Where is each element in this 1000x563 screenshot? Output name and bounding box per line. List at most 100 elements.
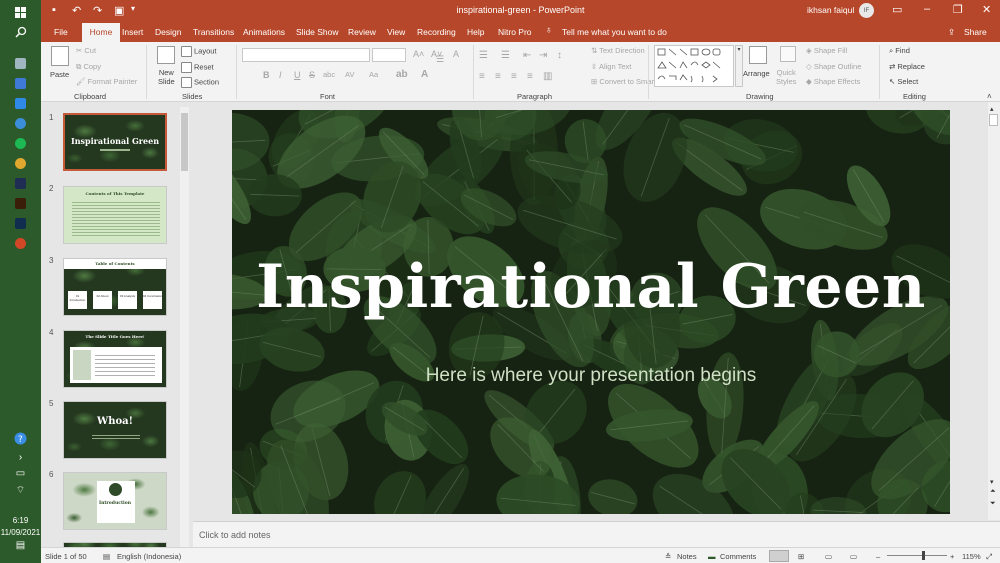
- quick-styles-icon[interactable]: [780, 46, 796, 62]
- align-right-icon[interactable]: ≡: [511, 71, 517, 82]
- user-name[interactable]: ikhsan faiqul: [807, 5, 854, 15]
- slide-title[interactable]: Inspirational Green: [232, 252, 950, 322]
- columns-icon[interactable]: ▥: [543, 71, 552, 82]
- premiere-icon[interactable]: [15, 178, 26, 189]
- shape-outline-button[interactable]: ◇ Shape Outline: [806, 62, 861, 71]
- notes-button[interactable]: Notes: [677, 552, 697, 561]
- network-icon[interactable]: ⌔: [12, 482, 29, 499]
- reset-button[interactable]: Reset: [181, 62, 214, 73]
- tab-review[interactable]: Review: [348, 27, 376, 37]
- slide-scrollbar-thumb[interactable]: [989, 114, 998, 126]
- tab-insert[interactable]: Insert: [122, 27, 143, 37]
- notes-pane[interactable]: Click to add notes: [193, 521, 1000, 547]
- collapse-ribbon-icon[interactable]: ˄: [987, 92, 992, 101]
- strikethrough-button[interactable]: S: [309, 70, 315, 80]
- align-text-button[interactable]: ⇳ Align Text: [591, 62, 631, 71]
- fit-slide-icon[interactable]: ⤢: [986, 552, 992, 562]
- tab-view[interactable]: View: [387, 27, 405, 37]
- help-icon[interactable]: ?: [12, 430, 29, 447]
- numbered-list-icon[interactable]: ☰: [501, 50, 510, 61]
- spell-check-icon[interactable]: ▤: [103, 552, 110, 561]
- notes-toggle-icon[interactable]: ≙: [665, 552, 671, 561]
- comments-icon[interactable]: ▬: [708, 552, 716, 561]
- zoom-slider-track[interactable]: [887, 555, 947, 556]
- slide-thumbnail-4[interactable]: The Slide Title Goes Here!: [63, 330, 167, 388]
- avatar[interactable]: IF: [859, 3, 874, 18]
- highlight-color-icon[interactable]: ab: [396, 69, 408, 80]
- arrange-button[interactable]: Arrange: [743, 69, 770, 78]
- shapes-gallery[interactable]: [654, 45, 734, 87]
- chrome-icon[interactable]: [15, 158, 26, 169]
- slide-thumbnail-3[interactable]: Table of Contents 01 Introduction 02 Abo…: [63, 258, 167, 316]
- close-icon[interactable]: ✕: [982, 3, 991, 16]
- tab-design[interactable]: Design: [155, 27, 181, 37]
- tab-recording[interactable]: Recording: [417, 27, 456, 37]
- main-slide[interactable]: Inspirational Green Here is where your p…: [232, 110, 950, 514]
- select-button[interactable]: ↖ Select: [889, 77, 918, 86]
- font-name-box[interactable]: [242, 48, 370, 62]
- windows-start-icon[interactable]: [12, 4, 29, 21]
- section-button[interactable]: Section: [181, 77, 219, 88]
- shape-fill-button[interactable]: ◈ Shape Fill: [806, 46, 847, 55]
- system-clock[interactable]: 6:19 11/09/2021: [0, 515, 41, 539]
- skype-icon[interactable]: [15, 118, 26, 129]
- chevron-up-icon[interactable]: ›: [12, 449, 29, 466]
- thumbnail-scrollbar-thumb[interactable]: [181, 113, 188, 171]
- slide-sorter-icon[interactable]: ⊞: [798, 552, 804, 561]
- slide-thumbnail-1[interactable]: Inspirational Green: [63, 113, 167, 171]
- new-slide-button[interactable]: New Slide: [158, 68, 175, 86]
- grow-font-icon[interactable]: A˄: [413, 49, 424, 59]
- slide-thumbnail-2[interactable]: Contents of This Template: [63, 186, 167, 244]
- decrease-indent-icon[interactable]: ⇤: [523, 50, 531, 61]
- font-color-icon[interactable]: A: [421, 69, 428, 80]
- tab-file[interactable]: File: [54, 27, 68, 37]
- paste-button[interactable]: Paste: [50, 70, 69, 79]
- dropbox-icon[interactable]: [15, 98, 26, 109]
- increase-indent-icon[interactable]: ⇥: [539, 50, 547, 61]
- zoom-in-icon[interactable]: +: [950, 552, 954, 561]
- arrange-icon[interactable]: [749, 46, 767, 64]
- italic-button[interactable]: I: [279, 70, 282, 80]
- slide-subtitle[interactable]: Here is where your presentation begins: [232, 365, 950, 387]
- tab-slide-show[interactable]: Slide Show: [296, 27, 339, 37]
- slide-thumbnail-5[interactable]: Whoa!: [63, 401, 167, 459]
- copy-button[interactable]: ⧉ Copy: [76, 62, 101, 72]
- text-direction-button[interactable]: ⇅ Text Direction: [591, 46, 645, 55]
- change-case-button[interactable]: Aa: [369, 70, 378, 79]
- tab-help[interactable]: Help: [467, 27, 484, 37]
- slideshow-view-icon[interactable]: ▭: [850, 552, 857, 561]
- bold-button[interactable]: B: [263, 70, 270, 80]
- align-center-icon[interactable]: ≡: [495, 71, 501, 82]
- zoom-slider-thumb[interactable]: [922, 551, 925, 560]
- slide-thumbnail-6[interactable]: Introduction: [63, 472, 167, 530]
- next-slide-icon[interactable]: ⏷: [990, 500, 996, 508]
- powerpoint-taskbar-icon[interactable]: [15, 238, 26, 249]
- thumbnail-scrollbar[interactable]: [180, 107, 189, 547]
- battery-icon[interactable]: ▭: [12, 465, 29, 482]
- layout-button[interactable]: Layout: [181, 46, 217, 57]
- paste-icon[interactable]: [51, 46, 69, 66]
- char-spacing-button[interactable]: AV: [345, 70, 354, 79]
- normal-view-icon[interactable]: [769, 550, 789, 562]
- minimize-icon[interactable]: –: [924, 3, 930, 15]
- find-button[interactable]: ⌕ Find: [889, 46, 910, 56]
- illustrator-icon[interactable]: [15, 198, 26, 209]
- slide-scrollbar[interactable]: ▴ ▾ ⏶ ⏷: [988, 102, 1000, 520]
- quick-styles-button[interactable]: Quick Styles: [776, 68, 796, 86]
- bullets-icon[interactable]: ☰: [436, 54, 444, 65]
- bullets-list-icon[interactable]: ☰: [479, 50, 488, 61]
- tab-transitions[interactable]: Transitions: [193, 27, 234, 37]
- tab-home[interactable]: Home: [82, 23, 120, 42]
- language-status[interactable]: English (Indonesia): [117, 552, 181, 561]
- search-icon[interactable]: [12, 23, 29, 40]
- restore-icon[interactable]: ❐: [953, 3, 963, 16]
- line-spacing-icon[interactable]: ↕: [557, 50, 562, 61]
- scroll-down-icon[interactable]: ▾: [990, 478, 994, 486]
- tell-me-search[interactable]: Tell me what you want to do: [562, 27, 667, 37]
- reading-view-icon[interactable]: ▭: [825, 552, 832, 561]
- new-slide-icon[interactable]: [157, 46, 175, 64]
- previous-slide-icon[interactable]: ⏶: [990, 488, 996, 496]
- align-left-icon[interactable]: ≡: [479, 71, 485, 82]
- shadow-button[interactable]: abc: [323, 70, 335, 79]
- tab-animations[interactable]: Animations: [243, 27, 285, 37]
